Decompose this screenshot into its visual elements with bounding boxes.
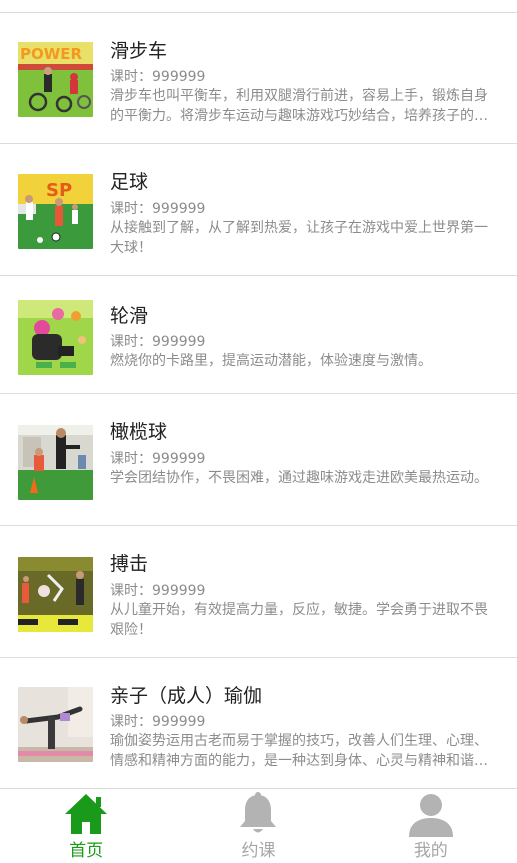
course-thumbnail	[18, 300, 93, 375]
course-description: 从接触到了解，从了解到热爱，让孩子在游戏中爱上世界第一大球！	[110, 220, 488, 256]
course-description: 从儿童开始，有效提高力量，反应，敏捷。学会勇于进取不畏艰险！	[110, 602, 488, 638]
course-item-roller-skating[interactable]: 轮滑 课时：999999 燃烧你的卡路里，提高运动潜能，体验速度与激情。	[0, 276, 517, 394]
tab-booking-label: 约课	[241, 841, 276, 861]
course-list[interactable]: POWER 滑步车 课时：999999 滑步车也叫平衡车，利用双腿滑行前进，容易…	[0, 0, 517, 788]
tab-home-label: 首页	[69, 841, 104, 861]
course-thumbnail: SP	[18, 174, 93, 249]
course-thumbnail	[18, 687, 93, 762]
course-description: 燃烧你的卡路里，提高运动潜能，体验速度与激情。	[110, 353, 432, 369]
course-description: 瑜伽姿势运用古老而易于掌握的技巧，改善人们生理、心理、情感和精神方面的能力，是一…	[110, 733, 488, 769]
course-title: 橄榄球	[110, 421, 168, 443]
course-thumbnail: POWER	[18, 42, 93, 117]
course-title: 轮滑	[110, 305, 149, 327]
course-hours: 课时：999999	[110, 334, 206, 350]
course-item-rugby[interactable]: 橄榄球 课时：999999 学会团结协作，不畏困难，通过趣味游戏走进欧美最热运动…	[0, 394, 517, 526]
course-item-football[interactable]: SP 足球 课时：999999 从接触到了解，从了解到热爱，让孩子在游戏中爱上世…	[0, 144, 517, 276]
course-thumbnail	[18, 425, 93, 500]
course-description: 滑步车也叫平衡车，利用双腿滑行前进，容易上手，锻炼自身的平衡力。将滑步车运动与趣…	[110, 88, 488, 124]
app-screen: POWER 滑步车 课时：999999 滑步车也叫平衡车，利用双腿滑行前进，容易…	[0, 0, 517, 863]
user-icon	[407, 791, 455, 837]
bottom-tab-bar: 首页 约课 我的	[0, 788, 517, 863]
home-icon	[62, 791, 110, 837]
tab-mine[interactable]: 我的	[345, 789, 517, 863]
course-hours: 课时：999999	[110, 583, 206, 599]
course-thumbnail	[18, 557, 93, 632]
course-hours: 课时：999999	[110, 69, 206, 85]
course-item-parent-yoga[interactable]: 亲子（成人）瑜伽 课时：999999 瑜伽姿势运用古老而易于掌握的技巧，改善人们…	[0, 658, 517, 788]
course-hours: 课时：999999	[110, 201, 206, 217]
course-title: 滑步车	[110, 40, 168, 62]
course-item-balance-bike[interactable]: POWER 滑步车 课时：999999 滑步车也叫平衡车，利用双腿滑行前进，容易…	[0, 13, 517, 144]
course-title: 足球	[110, 171, 149, 193]
course-description: 学会团结协作，不畏困难，通过趣味游戏走进欧美最热运动。	[110, 470, 488, 486]
tab-booking[interactable]: 约课	[172, 789, 344, 863]
course-title: 搏击	[110, 553, 149, 575]
course-title: 亲子（成人）瑜伽	[110, 685, 263, 707]
course-hours: 课时：999999	[110, 451, 206, 467]
svg-text:POWER: POWER	[20, 45, 83, 63]
tab-home[interactable]: 首页	[0, 789, 172, 863]
bell-icon	[234, 791, 282, 837]
course-item-kickboxing[interactable]: 搏击 课时：999999 从儿童开始，有效提高力量，反应，敏捷。学会勇于进取不畏…	[0, 526, 517, 658]
svg-text:SP: SP	[46, 180, 72, 201]
tab-mine-label: 我的	[413, 841, 448, 861]
course-hours: 课时：999999	[110, 714, 206, 730]
